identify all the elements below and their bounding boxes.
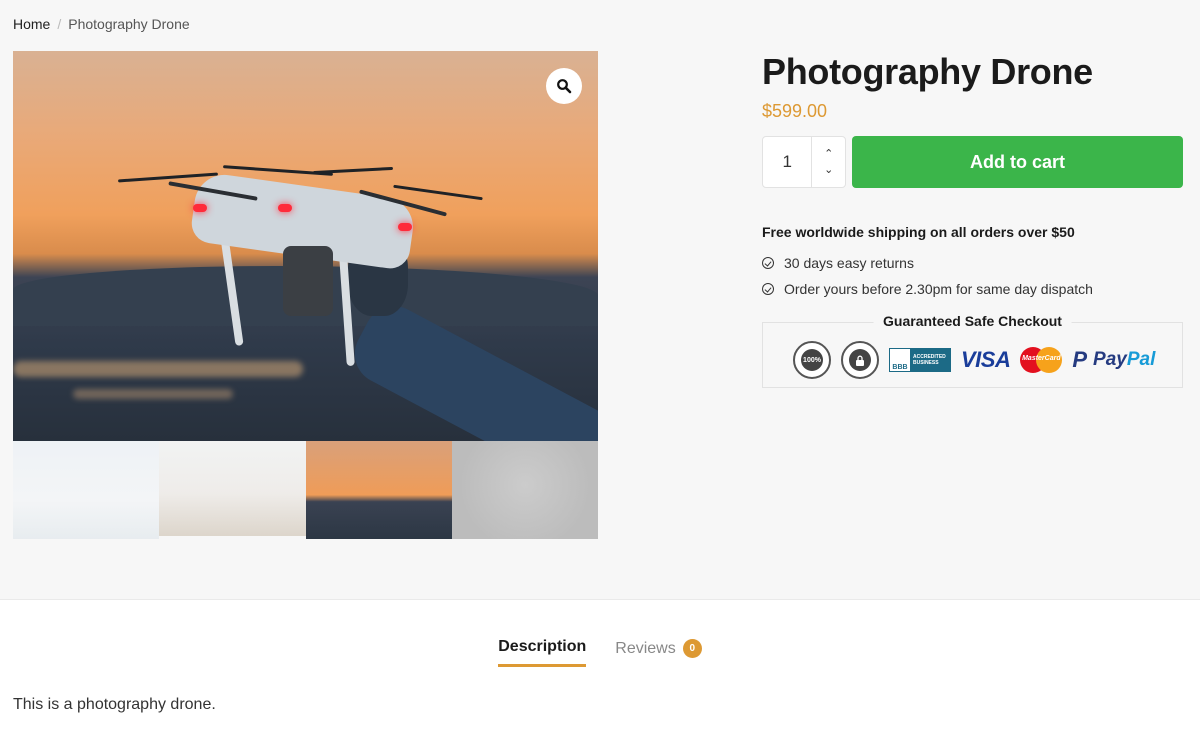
main-product-image[interactable] bbox=[13, 51, 598, 441]
breadcrumb: Home / Photography Drone bbox=[13, 16, 190, 32]
visa-icon: VISA bbox=[961, 347, 1011, 372]
quantity-input[interactable]: 1 bbox=[763, 137, 811, 187]
chevron-down-icon[interactable]: ⌄ bbox=[824, 164, 833, 176]
shipping-note: Free worldwide shipping on all orders ov… bbox=[762, 224, 1075, 240]
product-title: Photography Drone bbox=[762, 51, 1093, 92]
thumbnail-strip bbox=[13, 441, 598, 539]
drone-propeller bbox=[312, 166, 394, 175]
check-circle-icon bbox=[762, 257, 774, 269]
thumbnail-couple-sitting[interactable] bbox=[159, 441, 306, 536]
drone-led bbox=[398, 223, 412, 231]
image-water bbox=[73, 389, 233, 399]
drone-propeller bbox=[118, 172, 218, 183]
thumbnail-drone-white-sky[interactable] bbox=[13, 441, 160, 539]
product-gallery bbox=[13, 51, 598, 539]
mastercard-icon: MasterCard bbox=[1020, 347, 1063, 373]
breadcrumb-current: Photography Drone bbox=[68, 16, 190, 32]
perk-item: 30 days easy returns bbox=[762, 250, 1183, 276]
tab-description[interactable]: Description bbox=[498, 638, 587, 667]
drone-led bbox=[278, 204, 292, 212]
magnifier-icon bbox=[557, 79, 572, 94]
add-to-cart-button[interactable]: Add to cart bbox=[852, 136, 1183, 188]
quantity-stepper[interactable]: 1 ⌃ ⌄ bbox=[762, 136, 846, 188]
product-description: This is a photography drone. bbox=[13, 696, 216, 713]
secure-ordering-icon bbox=[841, 341, 879, 379]
drone-led bbox=[193, 204, 207, 212]
perk-text: Order yours before 2.30pm for same day d… bbox=[784, 281, 1093, 297]
bbb-accredited-icon: BBB ACCREDITED BUSINESS bbox=[889, 348, 951, 372]
thumbnail-drone-gray-clouds[interactable] bbox=[451, 441, 598, 539]
check-circle-icon bbox=[762, 283, 774, 295]
product-summary: Photography Drone $599.00 1 ⌃ ⌄ Add to c… bbox=[762, 51, 1183, 388]
perks-list: 30 days easy returns Order yours before … bbox=[762, 250, 1183, 302]
tab-reviews[interactable]: Reviews 0 bbox=[615, 638, 702, 667]
image-water bbox=[13, 361, 303, 377]
product-top-section: Home / Photography Drone Photography Dro… bbox=[0, 0, 1200, 600]
quantity-arrows: ⌃ ⌄ bbox=[811, 137, 845, 187]
paypal-icon: P Pay Pal bbox=[1072, 347, 1156, 372]
breadcrumb-home-link[interactable]: Home bbox=[13, 16, 50, 32]
safe-checkout-box: Guaranteed Safe Checkout 100% BBB ACCRED… bbox=[762, 313, 1183, 388]
chevron-up-icon[interactable]: ⌃ bbox=[824, 148, 833, 160]
perk-item: Order yours before 2.30pm for same day d… bbox=[762, 276, 1183, 302]
product-price: $599.00 bbox=[762, 101, 828, 121]
perk-text: 30 days easy returns bbox=[784, 255, 914, 271]
trust-badges: 100% BBB ACCREDITED BUSINESS VISA Master… bbox=[793, 341, 1155, 379]
reviews-count-badge: 0 bbox=[682, 639, 702, 658]
drone-propeller bbox=[393, 184, 483, 201]
breadcrumb-separator: / bbox=[57, 16, 62, 32]
lock-icon bbox=[856, 355, 864, 366]
safe-checkout-title: Guaranteed Safe Checkout bbox=[873, 313, 1072, 329]
image-zoom-button[interactable] bbox=[546, 68, 582, 104]
drone-camera bbox=[283, 246, 333, 316]
satisfaction-guaranteed-icon: 100% bbox=[793, 341, 831, 379]
add-to-cart-form: 1 ⌃ ⌄ Add to cart bbox=[762, 136, 1183, 188]
thumbnail-drone-sunset[interactable] bbox=[305, 441, 452, 539]
product-tabs: Description Reviews 0 bbox=[0, 638, 1200, 667]
